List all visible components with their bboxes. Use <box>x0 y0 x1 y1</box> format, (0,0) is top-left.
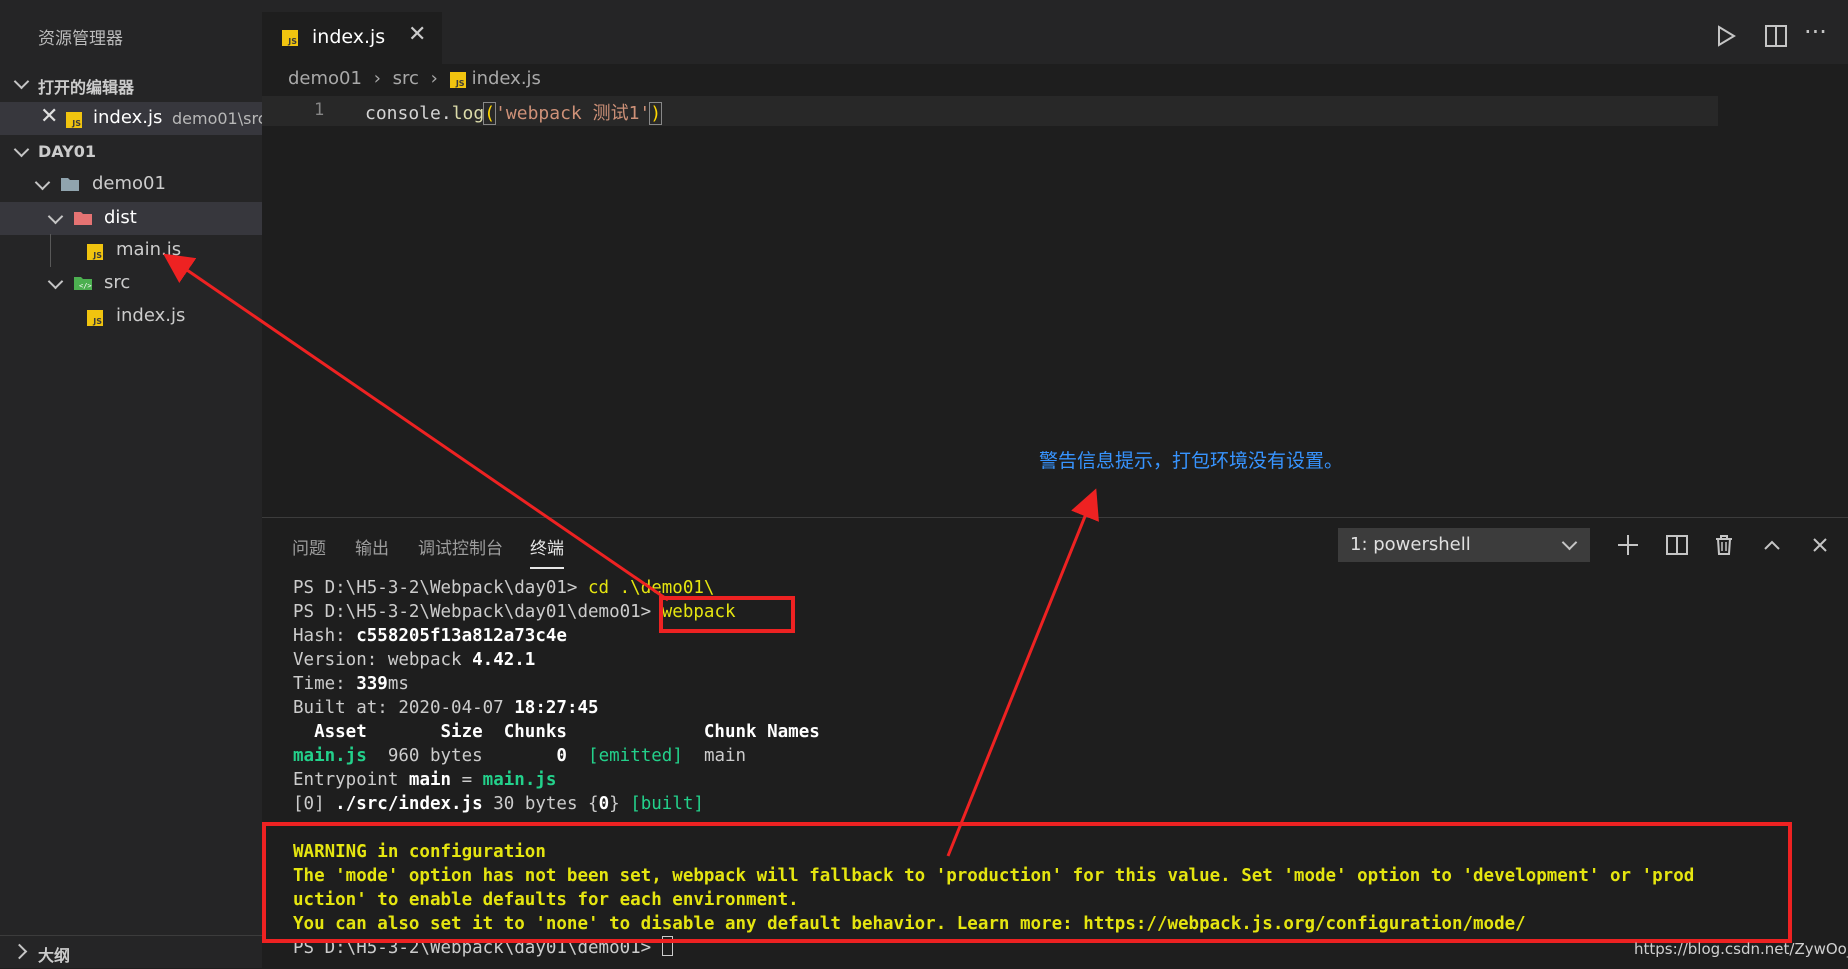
annotation-arrows <box>163 253 1099 857</box>
annotation-note: 警告信息提示，打包环境没有设置。 <box>1039 450 1344 472</box>
watermark: https://blog.csdn.net/ZywOo_ <box>1634 940 1848 958</box>
arrow-to-note <box>946 488 1099 857</box>
arrow-to-main-js <box>163 253 669 602</box>
